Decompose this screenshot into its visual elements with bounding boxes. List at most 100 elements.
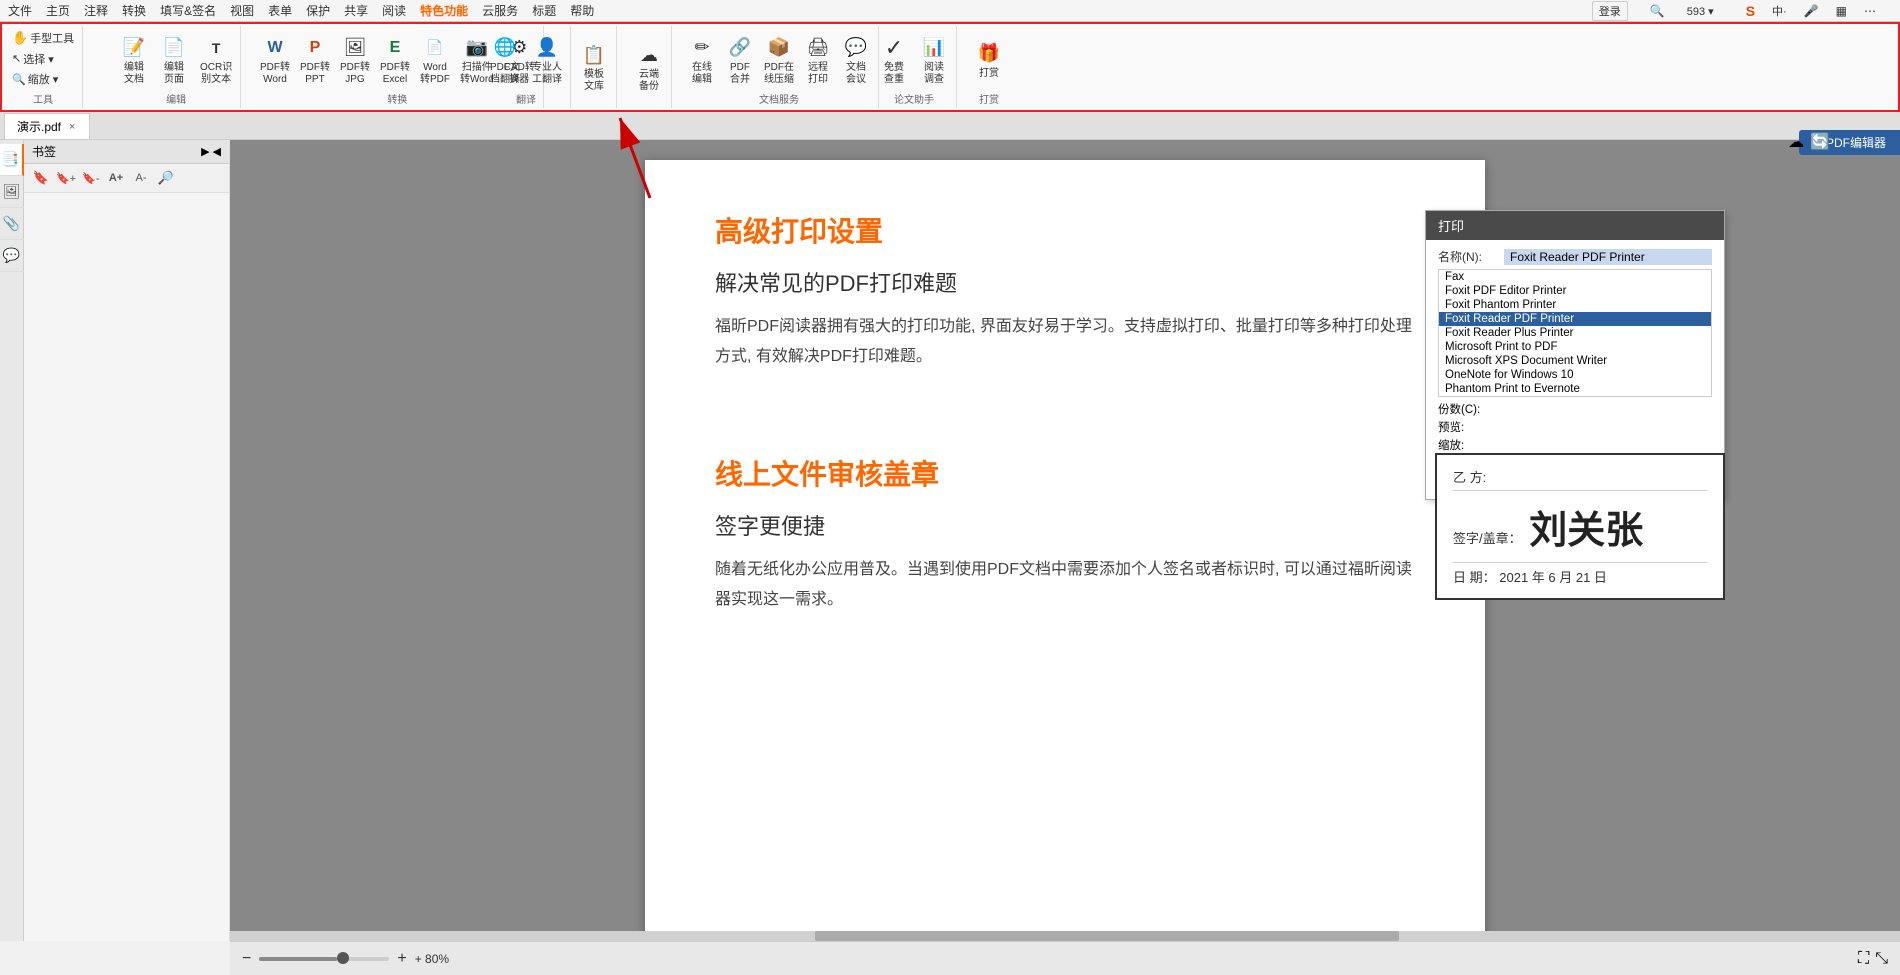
printer-item-evernote[interactable]: Phantom Print to Evernote <box>1439 382 1711 396</box>
font-increase-button[interactable]: A+ <box>105 167 127 189</box>
menu-item-share[interactable]: 共享 <box>344 2 368 19</box>
login-button[interactable]: 登录 <box>1592 1 1628 21</box>
zoom-out-button[interactable]: − <box>242 950 251 968</box>
attachment-panel-icon[interactable]: 📎 <box>0 208 24 240</box>
menu-item-protect[interactable]: 保护 <box>306 2 330 19</box>
menu-item-help[interactable]: 帮助 <box>570 2 594 19</box>
printer-item-ms-pdf[interactable]: Microsoft Print to PDF <box>1439 340 1711 354</box>
menu-item-form[interactable]: 表单 <box>268 2 292 19</box>
template-library-button[interactable]: 📋 模板文库 <box>576 39 612 95</box>
human-translate-button[interactable]: 👤 专业人工翻译 <box>528 32 566 88</box>
zoom-tool-button[interactable]: 🔍 缩放 ▾ <box>8 69 78 89</box>
zoom-slider-thumb[interactable] <box>337 952 349 964</box>
remote-print-button[interactable]: 🖨 远程打印 <box>800 32 836 88</box>
template-group: 📋 模板文库 <box>572 26 617 108</box>
edit-doc-button[interactable]: 📝 编辑文档 <box>116 32 152 88</box>
cloud-backup-button[interactable]: ☁ 云端备份 <box>631 39 667 95</box>
menu-item-cloud[interactable]: 云服务 <box>482 2 518 19</box>
pdf-translate-label: PDF文档翻译 <box>490 62 520 86</box>
pdf-to-jpg-button[interactable]: 🖼 PDF转JPG <box>336 32 374 88</box>
print-printer-list[interactable]: Fax Foxit PDF Editor Printer Foxit Phant… <box>1438 269 1712 397</box>
select-tool-button[interactable]: ↖ 选择 ▾ <box>8 49 78 69</box>
menu-item-annotate[interactable]: 注释 <box>84 2 108 19</box>
sogou-more[interactable]: ⋯ <box>1864 4 1876 18</box>
reward-button[interactable]: 🎁 打赏 <box>971 38 1007 82</box>
menu-item-sign[interactable]: 填写&签名 <box>160 2 216 19</box>
cloud-sync-icon[interactable]: ☁ <box>1788 132 1804 152</box>
tab-close-button[interactable]: × <box>67 121 77 133</box>
read-survey-button[interactable]: 📊 阅读调查 <box>916 32 952 88</box>
thumbnail-panel-icon[interactable]: 🖼 <box>0 176 24 208</box>
search-icon[interactable]: 🔍 <box>1650 4 1665 18</box>
zoom-label: 缩放 ▾ <box>28 71 59 87</box>
menu-item-title[interactable]: 标题 <box>532 2 556 19</box>
hand-tool-button[interactable]: ✋ 手型工具 <box>8 28 78 48</box>
pdf-compress-button[interactable]: 📦 PDF在线压缩 <box>760 32 798 88</box>
zoom-display: 593 ▾ <box>1687 5 1714 18</box>
menu-item-view[interactable]: 视图 <box>230 2 254 19</box>
menu-item-features[interactable]: 特色功能 <box>420 2 468 19</box>
comment-panel-icon[interactable]: 💬 <box>0 240 24 272</box>
pdf-translate-button[interactable]: 🌐 PDF文档翻译 <box>486 32 524 88</box>
pdf-to-word-button[interactable]: W PDF转Word <box>256 32 294 88</box>
expand-view-button[interactable]: ⛶ <box>1858 950 1869 968</box>
online-edit-button[interactable]: ✏ 在线编辑 <box>684 32 720 88</box>
sogou-lang[interactable]: 中· <box>1772 3 1787 19</box>
print-name-selected[interactable]: Foxit Reader PDF Printer <box>1504 249 1712 265</box>
hand-tool-label: 手型工具 <box>30 30 74 46</box>
sogou-grid[interactable]: ▦ <box>1836 4 1847 18</box>
plagiarism-check-button[interactable]: ✓ 免费查重 <box>876 32 912 88</box>
pdf-merge-button[interactable]: 🔗 PDF合并 <box>722 32 758 88</box>
edit-doc-label: 编辑文档 <box>124 62 144 86</box>
menu-item-read[interactable]: 阅读 <box>382 2 406 19</box>
h-scroll-thumb[interactable] <box>815 931 1400 941</box>
search-bookmark-button[interactable]: 🔎 <box>155 167 177 189</box>
bookmark-content <box>24 193 229 941</box>
menu-item-convert[interactable]: 转换 <box>122 2 146 19</box>
sig-name-text: 刘关张 <box>1529 510 1643 552</box>
font-decrease-button[interactable]: A- <box>130 167 152 189</box>
document-area[interactable]: 高级打印设置 解决常见的PDF打印难题 福昕PDF阅读器拥有强大的打印功能, 界… <box>230 140 1900 941</box>
doc-meeting-button[interactable]: 💬 文档会议 <box>838 32 874 88</box>
edit-group-label: 编辑 <box>116 91 236 106</box>
pdf-merge-icon: 🔗 <box>726 34 754 62</box>
translate-buttons: 🌐 PDF文档翻译 👤 专业人工翻译 <box>486 28 566 91</box>
bookmark-add-button[interactable]: 🔖 <box>30 167 52 189</box>
bookmark-collapse[interactable]: ◀ <box>213 145 221 158</box>
printer-item-fax[interactable]: Fax <box>1439 270 1711 284</box>
section1-title: 高级打印设置 <box>715 210 1415 250</box>
printer-item-ms-xps[interactable]: Microsoft XPS Document Writer <box>1439 354 1711 368</box>
pdf-to-ppt-button[interactable]: P PDF转PPT <box>296 32 334 88</box>
sync-icon[interactable]: 🔄 <box>1810 132 1830 152</box>
edit-page-button[interactable]: 📄 编辑页面 <box>156 32 192 88</box>
sogou-mic[interactable]: 🎤 <box>1804 4 1819 18</box>
print-scale-row: 缩放: <box>1438 437 1712 453</box>
print-dialog-title: 打印 <box>1426 211 1724 240</box>
menu-item-home[interactable]: 主页 <box>46 2 70 19</box>
pdf-page: 高级打印设置 解决常见的PDF打印难题 福昕PDF阅读器拥有强大的打印功能, 界… <box>645 160 1485 941</box>
bookmark-add-child-button[interactable]: 🔖+ <box>55 167 77 189</box>
print-preview-label: 预览: <box>1438 419 1493 435</box>
printer-item-foxit-phantom[interactable]: Foxit Phantom Printer <box>1439 298 1711 312</box>
bookmark-panel-icon[interactable]: 📑 <box>0 144 24 176</box>
printer-item-onenote[interactable]: OneNote for Windows 10 <box>1439 368 1711 382</box>
template-library-icon: 📋 <box>580 41 608 69</box>
printer-item-foxit-plus[interactable]: Foxit Reader Plus Printer <box>1439 326 1711 340</box>
menu-item-file[interactable]: 文件 <box>8 2 32 19</box>
top-right-controls: 登录 🔍 593 ▾ S 中· 🎤 ▦ ⋯ <box>1592 0 1900 22</box>
bookmark-expand[interactable]: ▶ <box>201 145 209 158</box>
word-to-pdf-button[interactable]: 📄 Word转PDF <box>416 32 454 88</box>
ocr-button[interactable]: T OCR识别文本 <box>196 32 236 88</box>
section2-body: 随着无纸化办公应用普及。当遇到使用PDF文档中需要添加个人签名或者标识时, 可以… <box>715 555 1415 616</box>
zoom-in-button[interactable]: + <box>397 950 406 968</box>
zoom-slider[interactable] <box>259 957 389 961</box>
bookmark-remove-button[interactable]: 🔖- <box>80 167 102 189</box>
printer-item-foxit-editor[interactable]: Foxit PDF Editor Printer <box>1439 284 1711 298</box>
sig-party-label: 乙 方: <box>1453 467 1707 491</box>
printer-item-foxit-reader[interactable]: Foxit Reader PDF Printer <box>1439 312 1711 326</box>
horizontal-scrollbar[interactable] <box>230 931 1900 941</box>
pdf-to-excel-button[interactable]: E PDF转Excel <box>376 32 414 88</box>
ribbon: ✋ 手型工具 ↖ 选择 ▾ 🔍 缩放 ▾ 工具 📝 编辑文档 📄 <box>0 22 1900 112</box>
doc-tab-demo[interactable]: 演示.pdf × <box>4 113 90 139</box>
fullscreen-button[interactable]: ⤡ <box>1875 950 1888 968</box>
